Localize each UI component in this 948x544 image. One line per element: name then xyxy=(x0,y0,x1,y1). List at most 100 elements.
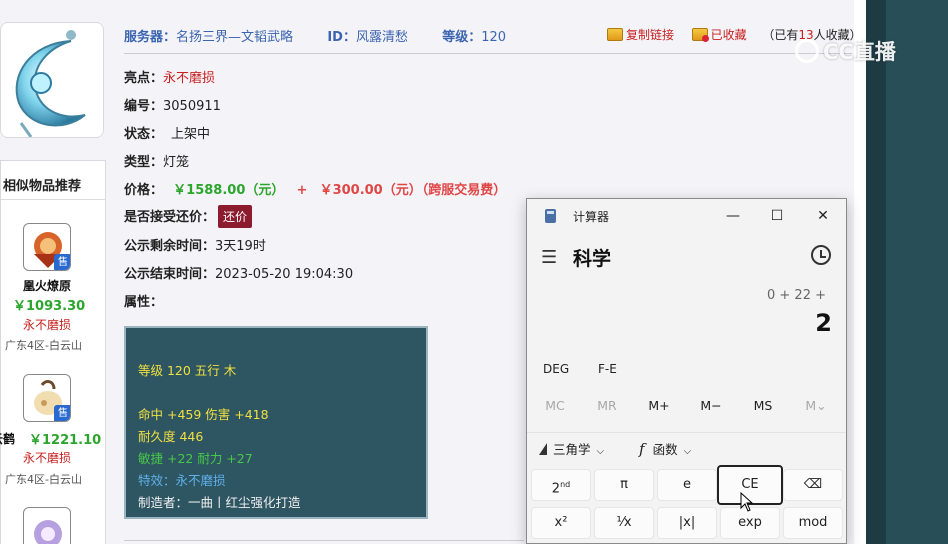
remaining-value: 3天19时 xyxy=(215,239,266,254)
hamburger-menu-icon[interactable]: ☰ xyxy=(541,247,557,268)
highlight-value: 永不磨损 xyxy=(163,71,216,86)
type-label: 类型： xyxy=(124,155,164,170)
calculator-titlebar[interactable]: 计算器 — ☐ ✕ xyxy=(527,199,846,233)
number-label: 编号： xyxy=(124,99,164,114)
watermark-text: CC直播 xyxy=(823,40,896,64)
favorite-button[interactable]: 已收藏 xyxy=(691,28,747,42)
fav-count-prefix: （已有 xyxy=(762,28,799,42)
chevron-down-icon: ⌵ xyxy=(596,446,605,457)
m-minus-button[interactable]: M− xyxy=(688,398,734,413)
maximize-button[interactable]: ☐ xyxy=(763,205,791,227)
divider xyxy=(1,199,105,200)
price-plus: + xyxy=(296,183,308,198)
m-plus-button[interactable]: M+ xyxy=(636,398,682,413)
id-value: 风露清愁 xyxy=(355,30,408,45)
remaining-label: 公示剩余时间： xyxy=(124,239,216,254)
attr-maker: 制造者：一曲丨红尘强化打造 xyxy=(138,495,301,510)
function-label: 函数 xyxy=(652,442,678,457)
attr-agility: 敏捷 +22 耐力 +27 xyxy=(138,451,253,466)
chevron-down-icon: ⌵ xyxy=(683,446,692,457)
copy-link-label: 复制链接 xyxy=(626,28,675,42)
function-dropdown[interactable]: f 函数 ⌵ xyxy=(639,439,691,458)
function-icon: f xyxy=(639,440,645,458)
price-fee: ￥300.00（元）（跨服交易费） xyxy=(319,183,507,198)
left-column: 相似物品推荐 售 凰火燎原 ￥1093.30 永不磨损 广东4区-白云山 售 鹤… xyxy=(0,0,108,544)
calculator-window: 计算器 — ☐ ✕ ☰ 科学 0 + 22 + 2 DEG F-E MC MR … xyxy=(526,198,847,544)
attr-hit: 命中 +459 伤害 +418 xyxy=(138,407,269,422)
watermark-logo-icon xyxy=(795,39,819,63)
remaining-row: 公示剩余时间：3天19时 xyxy=(124,235,266,254)
header-divider xyxy=(124,53,852,54)
pi-button[interactable]: π xyxy=(594,469,654,501)
similar-title: 相似物品推荐 xyxy=(3,179,82,194)
sale-badge: 售 xyxy=(54,405,70,421)
similar-item-thumb[interactable]: 售 xyxy=(23,374,71,422)
minimize-button[interactable]: — xyxy=(719,205,747,227)
counter-offer-button[interactable]: 还价 xyxy=(218,205,253,228)
price-main: ￥1588.00（元） xyxy=(173,183,285,198)
similar-items-panel: 相似物品推荐 售 凰火燎原 ￥1093.30 永不磨损 广东4区-白云山 售 鹤… xyxy=(0,160,106,544)
similar-item-name[interactable]: 凰火燎原 xyxy=(1,277,93,294)
level-value: 120 xyxy=(481,30,507,45)
close-button[interactable]: ✕ xyxy=(809,205,837,227)
attributes-box: 等级 120 五行 木 命中 +459 伤害 +418 耐久度 446 敏捷 +… xyxy=(124,326,428,519)
copy-link-button[interactable]: 复制链接 xyxy=(607,28,674,42)
e-button[interactable]: e xyxy=(657,469,717,501)
number-value: 3050911 xyxy=(163,99,221,114)
status-label: 状态： xyxy=(124,127,164,142)
highlight-label: 亮点： xyxy=(124,71,164,86)
attr-effect: 特效：永不磨损 xyxy=(138,473,226,488)
calculator-mode-title: 科学 xyxy=(573,248,612,270)
mod-button[interactable]: mod xyxy=(783,507,843,539)
sale-badge: 售 xyxy=(54,254,70,270)
similar-item-thumb[interactable] xyxy=(23,507,71,544)
triangle-icon xyxy=(539,443,547,455)
id-label: ID： xyxy=(327,30,356,45)
deg-button[interactable]: DEG xyxy=(543,362,569,376)
attr-durability: 耐久度 446 xyxy=(138,429,204,444)
similar-item-price: ￥1093.30 xyxy=(13,299,86,314)
square-button[interactable]: x² xyxy=(531,507,591,539)
fe-button[interactable]: F-E xyxy=(598,362,617,376)
second-button[interactable]: 2nd xyxy=(531,469,591,501)
favorite-label: 已收藏 xyxy=(710,28,747,42)
counter-label: 是否接受还价： xyxy=(124,210,216,225)
price-label: 价格： xyxy=(124,183,164,198)
similar-item-noware: 永不磨损 xyxy=(22,318,71,332)
end-value: 2023-05-20 19:04:30 xyxy=(215,267,354,282)
reciprocal-button[interactable]: ¹⁄x xyxy=(594,507,654,539)
number-row: 编号：3050911 xyxy=(124,95,221,114)
trigonometry-dropdown[interactable]: 三角学 ⌵ xyxy=(539,439,604,458)
end-time-row: 公示结束时间：2023-05-20 19:04:30 xyxy=(124,263,353,282)
attributes-label: 属性： xyxy=(124,295,164,310)
similar-item-thumb[interactable]: 售 xyxy=(23,223,71,271)
mouse-cursor-icon xyxy=(740,492,754,512)
history-icon[interactable] xyxy=(811,245,831,265)
divider xyxy=(527,432,846,433)
price-row: 价格： ￥1588.00（元） + ￥300.00（元）（跨服交易费） xyxy=(124,179,506,198)
similar-item[interactable]: 售 云鹤 ￥1221.10 永不磨损 广东4区-白云山 xyxy=(0,374,105,524)
memory-list-button[interactable]: M⌄ xyxy=(793,398,839,413)
mc-button[interactable]: MC xyxy=(532,398,578,413)
backspace-button[interactable]: ⌫ xyxy=(783,469,843,501)
background-strip xyxy=(866,0,886,544)
ms-button[interactable]: MS xyxy=(740,398,786,413)
status-value: 上架中 xyxy=(171,127,211,142)
level-label: 等级： xyxy=(442,30,482,45)
absolute-button[interactable]: |x| xyxy=(657,507,717,539)
trigonometry-label: 三角学 xyxy=(553,442,591,457)
calculator-display: 2 xyxy=(815,309,832,337)
similar-item-price: ￥1221.10 xyxy=(29,433,102,448)
calculator-app-icon xyxy=(545,209,556,223)
background-strip xyxy=(886,0,948,544)
attributes-row: 属性： xyxy=(124,291,163,310)
folder-icon xyxy=(607,28,623,41)
similar-item[interactable]: 售 凰火燎原 ￥1093.30 永不磨损 广东4区-白云山 xyxy=(1,223,105,373)
item-image xyxy=(0,22,104,138)
mr-button[interactable]: MR xyxy=(584,398,630,413)
similar-item-name[interactable]: 云鹤 xyxy=(0,430,25,447)
favorite-icon xyxy=(691,28,709,42)
calculator-title: 计算器 xyxy=(573,210,610,224)
type-value: 灯笼 xyxy=(163,155,190,170)
counter-offer-row: 是否接受还价： 还价 xyxy=(124,205,253,228)
